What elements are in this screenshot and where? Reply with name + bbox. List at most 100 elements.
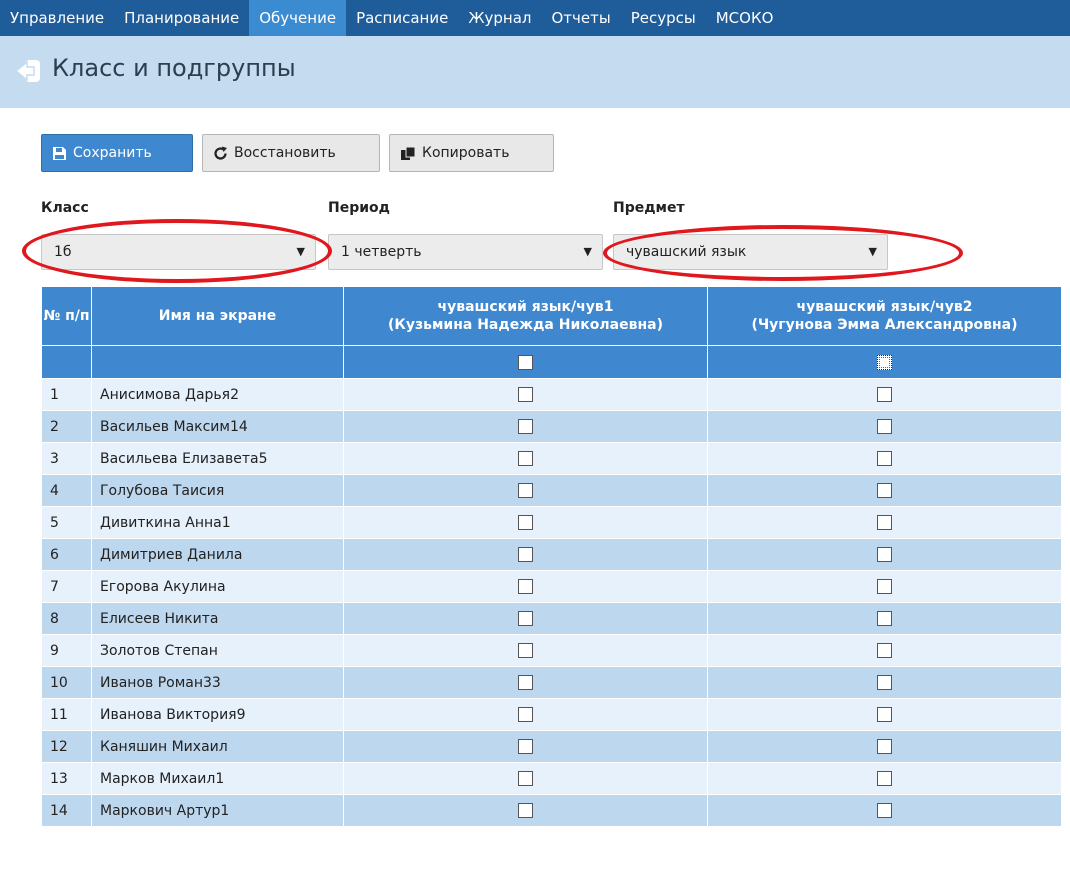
- nav-item-management[interactable]: Управление: [0, 0, 114, 36]
- group-1-checkbox[interactable]: [518, 707, 533, 722]
- col-header-name: Имя на экране: [91, 286, 344, 346]
- group-2-checkbox[interactable]: [877, 451, 892, 466]
- refresh-icon: [213, 146, 228, 161]
- group-2-checkbox[interactable]: [877, 611, 892, 626]
- group-2-checkbox[interactable]: [877, 419, 892, 434]
- group-1-checkbox[interactable]: [518, 483, 533, 498]
- group-1-checkbox[interactable]: [518, 387, 533, 402]
- group-1-checkbox[interactable]: [518, 419, 533, 434]
- row-student-name: Димитриев Данила: [91, 538, 344, 571]
- row-num: 14: [41, 794, 92, 827]
- row-num: 7: [41, 570, 92, 603]
- table-row: 6 Димитриев Данила: [41, 538, 1062, 571]
- group-1-checkbox[interactable]: [518, 451, 533, 466]
- row-num: 12: [41, 730, 92, 763]
- row-num: 10: [41, 666, 92, 699]
- row-student-name: Каняшин Михаил: [91, 730, 344, 763]
- group-2-checkbox[interactable]: [877, 739, 892, 754]
- table-header-row: № п/п Имя на экране чувашский язык/чув1 …: [41, 286, 1062, 346]
- copy-icon: [400, 146, 416, 161]
- group-1-checkbox[interactable]: [518, 579, 533, 594]
- group-1-checkbox[interactable]: [518, 547, 533, 562]
- row-num: 8: [41, 602, 92, 635]
- select-all-checkbox-group-1[interactable]: [518, 354, 533, 370]
- subject-select[interactable]: чувашский язык ▼: [613, 234, 888, 270]
- page-title: Класс и подгруппы: [52, 54, 296, 82]
- group-2-checkbox[interactable]: [877, 579, 892, 594]
- select-all-checkbox-group-2[interactable]: [877, 354, 892, 370]
- col-header-group-1: чувашский язык/чув1 (Кузьмина Надежда Ни…: [343, 286, 708, 346]
- top-nav: Управление Планирование Обучение Расписа…: [0, 0, 1070, 36]
- page-header: Класс и подгруппы: [0, 36, 1070, 108]
- nav-item-planning[interactable]: Планирование: [114, 0, 249, 36]
- group-1-checkbox[interactable]: [518, 739, 533, 754]
- group-2-checkbox[interactable]: [877, 547, 892, 562]
- restore-label: Восстановить: [234, 145, 336, 161]
- nav-item-msoko[interactable]: МСОКО: [706, 0, 784, 36]
- group-2-checkbox[interactable]: [877, 483, 892, 498]
- col-header-num: № п/п: [41, 286, 92, 346]
- nav-item-resources[interactable]: Ресурсы: [621, 0, 706, 36]
- group-2-checkbox[interactable]: [877, 707, 892, 722]
- table-row: 10 Иванов Роман33: [41, 666, 1062, 699]
- group-1-checkbox[interactable]: [518, 611, 533, 626]
- nav-item-education[interactable]: Обучение: [249, 0, 347, 36]
- table-row: 12 Каняшин Михаил: [41, 730, 1062, 763]
- copy-button[interactable]: Копировать: [389, 134, 554, 172]
- select-all-row: [41, 345, 1062, 379]
- row-student-name: Васильев Максим14: [91, 410, 344, 443]
- subject-label: Предмет: [613, 200, 685, 216]
- period-label: Период: [328, 200, 390, 216]
- class-select-value: 1б: [54, 244, 72, 260]
- row-student-name: Васильева Елизавета5: [91, 442, 344, 475]
- group-2-checkbox[interactable]: [877, 515, 892, 530]
- table-row: 3 Васильева Елизавета5: [41, 442, 1062, 475]
- class-select[interactable]: 1б ▼: [41, 234, 316, 270]
- row-num: 13: [41, 762, 92, 795]
- table-row: 8 Елисеев Никита: [41, 602, 1062, 635]
- group-2-checkbox[interactable]: [877, 387, 892, 402]
- nav-item-schedule[interactable]: Расписание: [346, 0, 458, 36]
- row-student-name: Иванова Виктория9: [91, 698, 344, 731]
- group-1-title: чувашский язык/чув1: [437, 299, 614, 315]
- class-label: Класс: [41, 200, 89, 216]
- group-1-checkbox[interactable]: [518, 771, 533, 786]
- save-button[interactable]: Сохранить: [41, 134, 193, 172]
- row-student-name: Дивиткина Анна1: [91, 506, 344, 539]
- group-2-checkbox[interactable]: [877, 643, 892, 658]
- arrow-left-icon[interactable]: [14, 58, 42, 84]
- group-1-checkbox[interactable]: [518, 643, 533, 658]
- save-label: Сохранить: [73, 145, 152, 161]
- row-num: 3: [41, 442, 92, 475]
- row-student-name: Золотов Степан: [91, 634, 344, 667]
- group-1-checkbox[interactable]: [518, 803, 533, 818]
- group-2-checkbox[interactable]: [877, 771, 892, 786]
- table-row: 5 Дивиткина Анна1: [41, 506, 1062, 539]
- table-row: 13 Марков Михаил1: [41, 762, 1062, 795]
- period-select[interactable]: 1 четверть ▼: [328, 234, 603, 270]
- copy-label: Копировать: [422, 145, 510, 161]
- col-header-group-2: чувашский язык/чув2 (Чугунова Эмма Алекс…: [707, 286, 1062, 346]
- row-student-name: Голубова Таисия: [91, 474, 344, 507]
- group-2-checkbox[interactable]: [877, 675, 892, 690]
- row-num: 1: [41, 378, 92, 411]
- row-student-name: Анисимова Дарья2: [91, 378, 344, 411]
- table-row: 9 Золотов Степан: [41, 634, 1062, 667]
- group-1-checkbox[interactable]: [518, 515, 533, 530]
- row-student-name: Егорова Акулина: [91, 570, 344, 603]
- row-num: 11: [41, 698, 92, 731]
- students-table: № п/п Имя на экране чувашский язык/чув1 …: [41, 286, 1062, 827]
- row-student-name: Иванов Роман33: [91, 666, 344, 699]
- row-num: 2: [41, 410, 92, 443]
- group-1-checkbox[interactable]: [518, 675, 533, 690]
- chevron-down-icon: ▼: [868, 245, 877, 258]
- row-student-name: Марков Михаил1: [91, 762, 344, 795]
- group-2-checkbox[interactable]: [877, 803, 892, 818]
- table-row: 11 Иванова Виктория9: [41, 698, 1062, 731]
- table-row: 7 Егорова Акулина: [41, 570, 1062, 603]
- row-num: 4: [41, 474, 92, 507]
- nav-item-journal[interactable]: Журнал: [458, 0, 541, 36]
- nav-item-reports[interactable]: Отчеты: [541, 0, 620, 36]
- restore-button[interactable]: Восстановить: [202, 134, 380, 172]
- period-select-value: 1 четверть: [341, 244, 422, 260]
